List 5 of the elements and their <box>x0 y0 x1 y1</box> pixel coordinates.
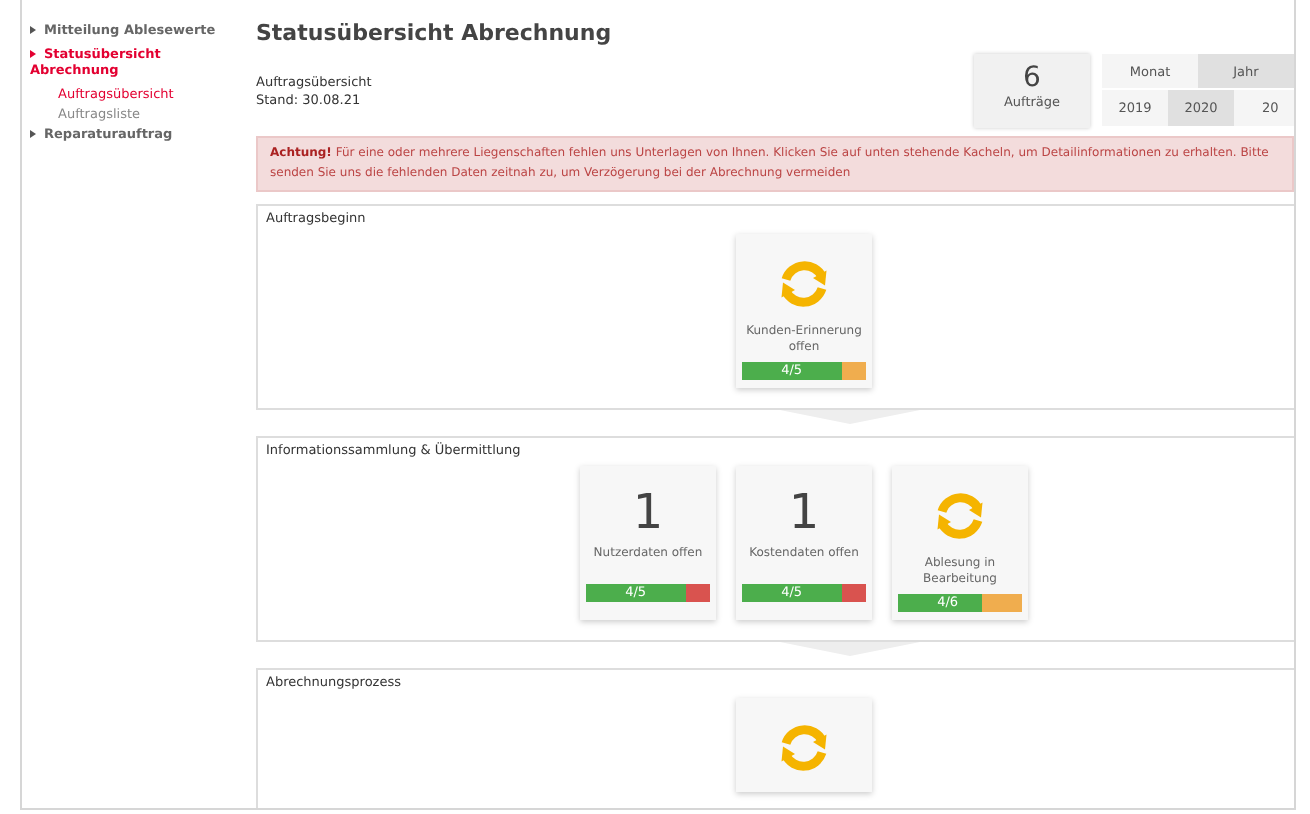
count-value: 1 <box>788 482 820 542</box>
status-tile[interactable] <box>736 698 872 792</box>
count-value: 6 <box>1021 60 1043 94</box>
count-value: 1 <box>632 482 664 542</box>
page-title: Statusübersicht Abrechnung <box>256 20 614 46</box>
